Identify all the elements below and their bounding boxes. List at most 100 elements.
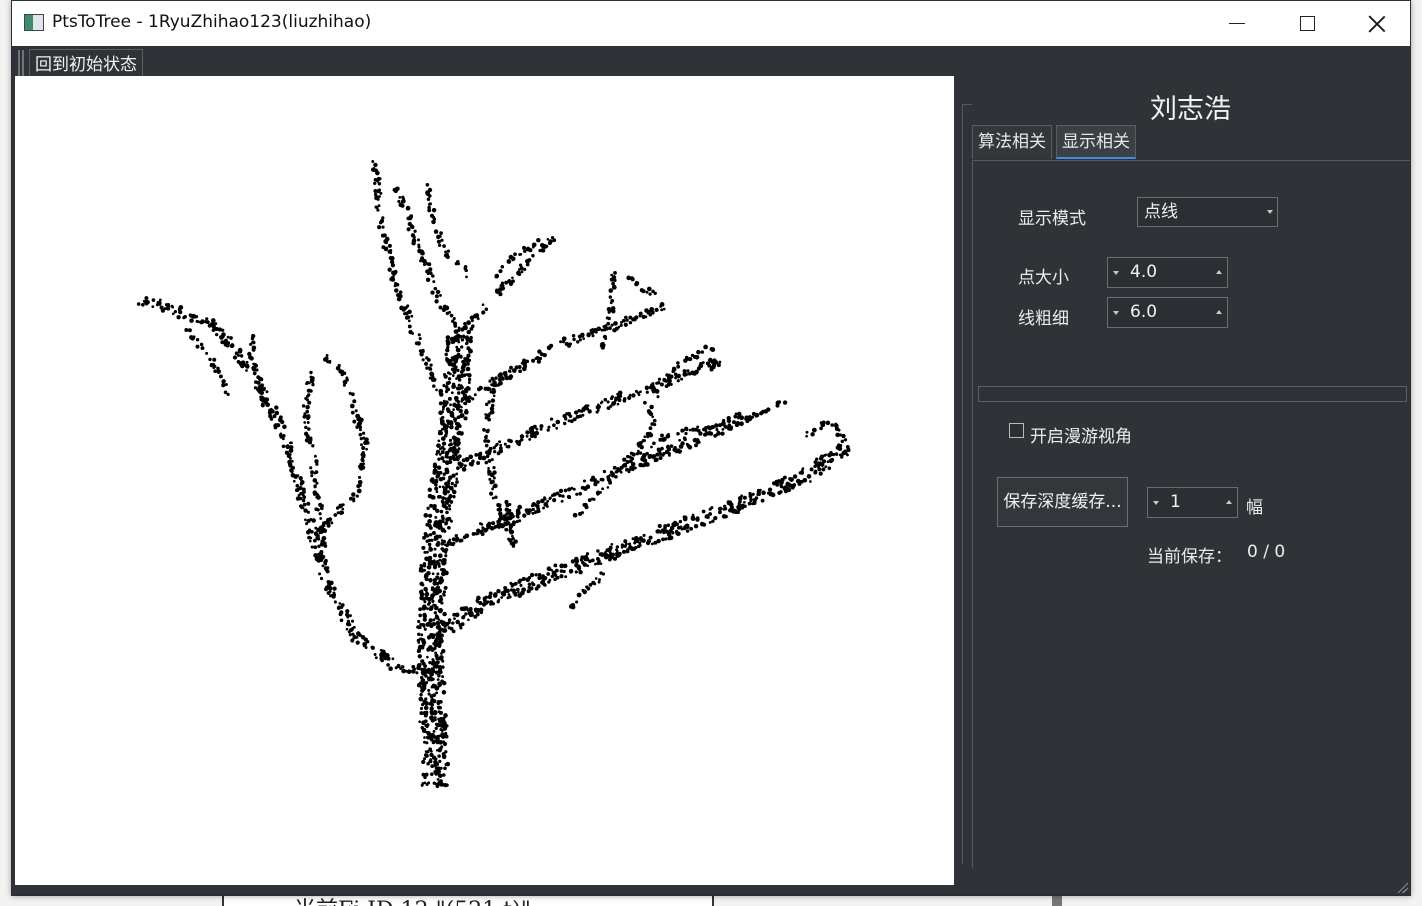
point-size-spinbox[interactable]: 4.0 bbox=[1107, 257, 1228, 288]
tree-point bbox=[442, 721, 447, 726]
tree-point bbox=[525, 359, 530, 364]
tree-point bbox=[374, 656, 378, 660]
tree-point bbox=[326, 591, 331, 595]
tree-point bbox=[537, 572, 542, 577]
tree-point bbox=[490, 479, 495, 484]
tree-point bbox=[812, 427, 817, 433]
tree-point bbox=[555, 426, 559, 430]
tree-point bbox=[843, 438, 848, 442]
tree-point bbox=[361, 431, 366, 435]
tree-point bbox=[434, 483, 438, 487]
tree-point bbox=[457, 326, 461, 330]
tree-point bbox=[543, 502, 549, 507]
tree-point bbox=[259, 395, 263, 399]
tree-point bbox=[528, 248, 533, 253]
reset-view-button[interactable]: 回到初始状态 bbox=[29, 49, 143, 77]
tree-point bbox=[418, 249, 424, 254]
spin-down-icon[interactable] bbox=[1153, 501, 1159, 505]
tree-point bbox=[411, 332, 415, 335]
tree-point bbox=[497, 598, 501, 602]
tree-point bbox=[451, 340, 455, 344]
tree-point bbox=[622, 399, 627, 403]
tree-point bbox=[608, 288, 614, 293]
tree-point bbox=[424, 591, 430, 597]
tree-point bbox=[473, 614, 478, 619]
tree-point bbox=[436, 678, 440, 681]
tree-point bbox=[625, 318, 629, 322]
spin-up-icon[interactable] bbox=[1226, 500, 1232, 504]
tab-display[interactable]: 显示相关 bbox=[1056, 125, 1136, 159]
tree-point bbox=[475, 532, 479, 536]
tree-point bbox=[617, 397, 622, 403]
tree-point bbox=[427, 692, 431, 696]
tree-point bbox=[336, 511, 340, 515]
tree-point bbox=[355, 640, 360, 645]
tree-point bbox=[658, 530, 663, 534]
tree-point bbox=[830, 423, 834, 427]
tree-point bbox=[608, 295, 612, 299]
resize-grip-icon[interactable] bbox=[1396, 881, 1408, 893]
minimize-button[interactable] bbox=[1202, 1, 1272, 46]
tree-point bbox=[439, 417, 443, 421]
tree-point bbox=[438, 705, 442, 710]
tree-point bbox=[428, 547, 434, 552]
tab-algorithm[interactable]: 算法相关 bbox=[972, 125, 1052, 159]
tree-point bbox=[546, 428, 550, 432]
tree-point bbox=[624, 315, 628, 320]
spin-up-icon[interactable] bbox=[1216, 270, 1222, 274]
save-count-spinbox[interactable]: 1 bbox=[1147, 487, 1238, 518]
tree-point bbox=[200, 346, 205, 351]
tree-point bbox=[653, 457, 659, 463]
tree-point bbox=[432, 621, 436, 625]
tree-point bbox=[707, 431, 712, 436]
tree-point bbox=[496, 503, 501, 507]
tree-point bbox=[375, 195, 379, 198]
tree-point bbox=[686, 369, 690, 373]
title-bar[interactable]: PtsToTree - 1RyuZhihao123(liuzhihao) bbox=[12, 1, 1410, 46]
tree-point bbox=[375, 170, 380, 176]
tree-point bbox=[554, 568, 559, 573]
spin-up-icon[interactable] bbox=[1216, 310, 1222, 314]
spin-down-icon[interactable] bbox=[1113, 311, 1119, 315]
tree-point bbox=[464, 457, 470, 462]
roam-view-label[interactable]: 开启漫游视角 bbox=[1030, 422, 1132, 447]
tree-point bbox=[542, 506, 545, 510]
tree-point bbox=[455, 333, 461, 339]
tree-point bbox=[671, 531, 675, 535]
tree-point bbox=[515, 509, 520, 514]
3d-viewport[interactable] bbox=[15, 76, 954, 885]
tree-point bbox=[601, 344, 606, 348]
tree-point bbox=[357, 464, 362, 469]
tree-point bbox=[835, 427, 839, 431]
tree-point bbox=[639, 544, 642, 547]
save-depth-buffer-button[interactable]: 保存深度缓存... bbox=[997, 477, 1128, 527]
spin-down-icon[interactable] bbox=[1113, 271, 1119, 275]
tree-point bbox=[468, 613, 472, 616]
roam-view-checkbox[interactable] bbox=[1009, 423, 1024, 438]
tree-point bbox=[779, 490, 783, 494]
tree-point bbox=[610, 298, 615, 303]
tree-point bbox=[217, 327, 223, 332]
display-mode-select[interactable]: 点线 bbox=[1137, 197, 1278, 227]
tree-point bbox=[703, 432, 707, 437]
tree-point bbox=[680, 377, 684, 381]
close-button[interactable] bbox=[1342, 1, 1410, 46]
tree-point bbox=[500, 265, 505, 269]
toolbar-grip-icon[interactable] bbox=[18, 50, 24, 76]
tree-point bbox=[623, 322, 628, 327]
tree-point bbox=[601, 487, 605, 491]
tree-point bbox=[752, 497, 757, 503]
tree-point bbox=[451, 374, 455, 377]
tree-point bbox=[316, 493, 320, 497]
tree-point bbox=[827, 452, 832, 458]
tree-point bbox=[420, 633, 424, 637]
tree-point bbox=[483, 439, 488, 443]
tree-point bbox=[445, 254, 450, 260]
tree-point bbox=[583, 557, 588, 562]
tree-point bbox=[667, 536, 672, 541]
maximize-button[interactable] bbox=[1272, 1, 1342, 46]
tree-point bbox=[548, 578, 552, 582]
line-width-spinbox[interactable]: 6.0 bbox=[1107, 297, 1228, 328]
tree-point bbox=[402, 197, 406, 201]
tree-point bbox=[702, 428, 706, 432]
